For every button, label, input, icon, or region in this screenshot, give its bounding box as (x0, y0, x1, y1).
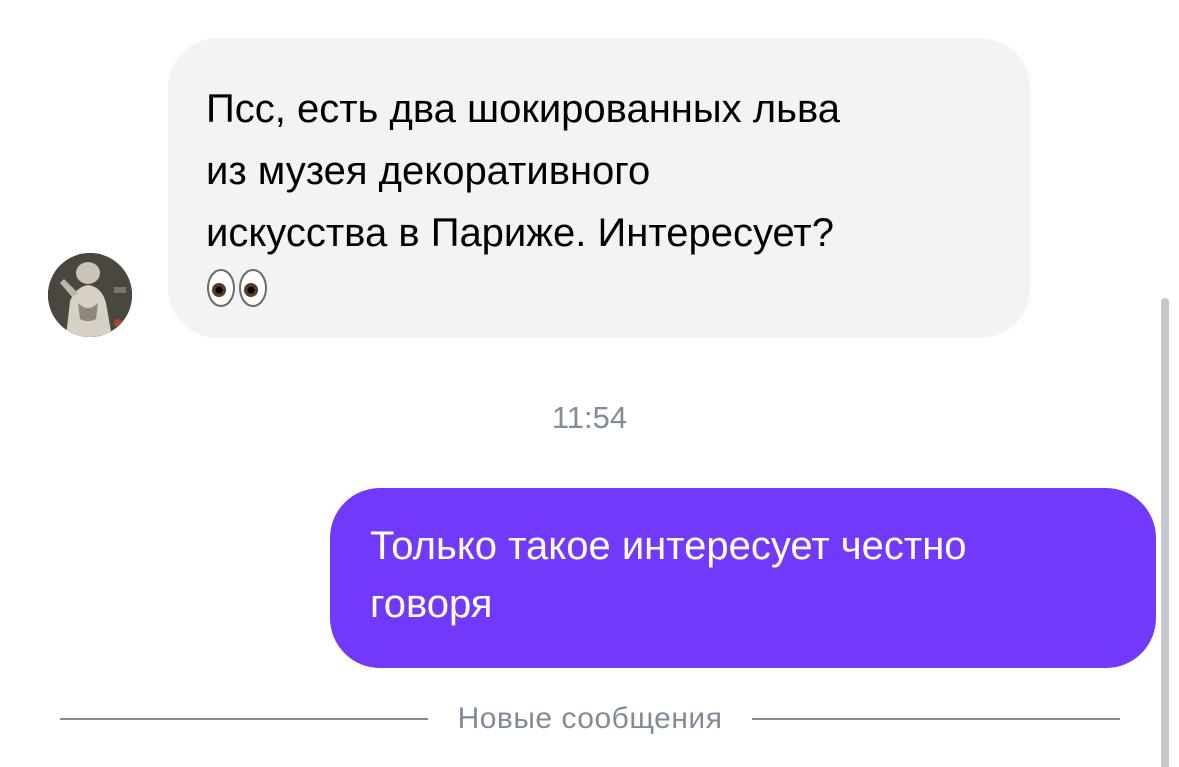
incoming-message-bubble[interactable]: Псс, есть два шокированных льва из музея… (168, 38, 1030, 338)
incoming-message-text: Псс, есть два шокированных льва из музея… (206, 87, 840, 255)
new-messages-divider: Новые сообщения (60, 699, 1121, 739)
eye-right-icon (239, 269, 267, 307)
chat-view: Псс, есть два шокированных льва из музея… (0, 0, 1179, 767)
avatar-photo-icon (48, 253, 132, 337)
new-messages-label: Новые сообщения (457, 702, 723, 735)
eye-left-icon (207, 269, 235, 307)
divider-line-left (60, 718, 428, 720)
avatar[interactable] (48, 253, 132, 337)
eyes-emoji (206, 268, 990, 308)
scrollbar[interactable] (1161, 298, 1169, 767)
message-timestamp: 11:54 (551, 400, 628, 435)
divider-line-right (752, 718, 1121, 720)
outgoing-message-text: Только такое интересует честно говоря (370, 524, 967, 626)
outgoing-message-bubble[interactable]: Только такое интересует честно говоря (330, 488, 1156, 668)
